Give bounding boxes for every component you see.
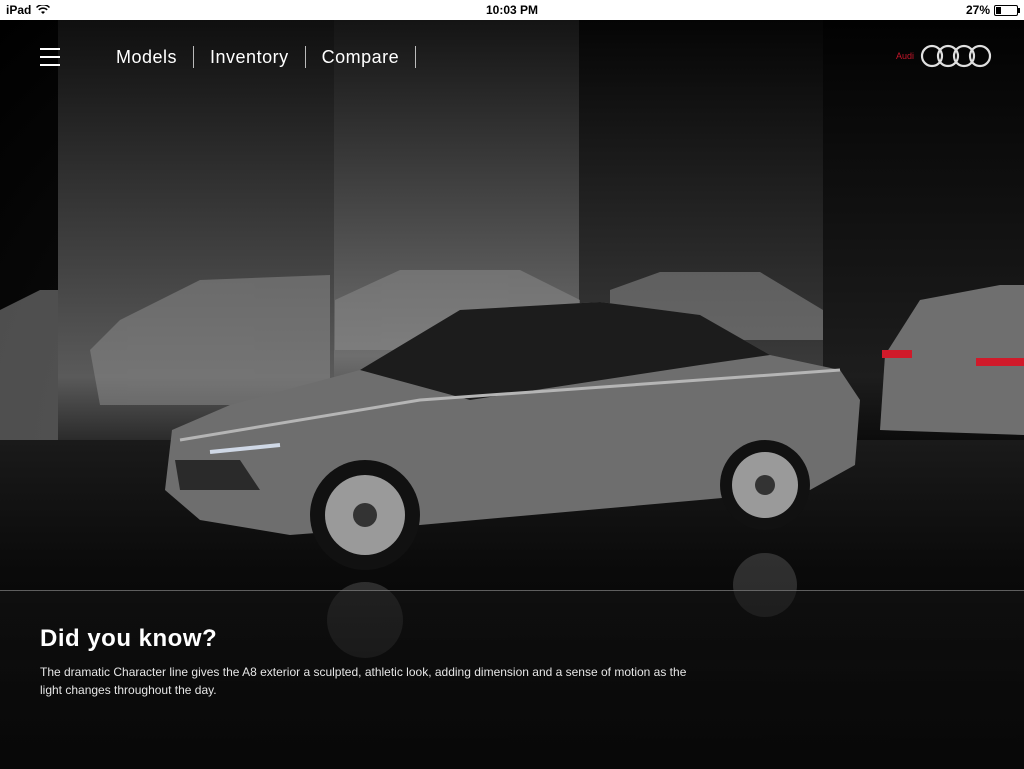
menu-bar: [40, 64, 60, 66]
nav-links: Models Inventory Compare: [100, 46, 417, 68]
battery-fill: [996, 6, 1002, 14]
nav-item-models[interactable]: Models: [100, 46, 195, 68]
status-bar: iPad 10:03 PM 27%: [0, 0, 1024, 20]
status-time: 10:03 PM: [485, 3, 539, 17]
did-you-know-panel: Did you know? The dramatic Character lin…: [0, 590, 1024, 769]
panel-body-text: The dramatic Character line gives the A8…: [40, 665, 687, 697]
hamburger-menu-icon[interactable]: [40, 48, 60, 66]
audi-logo[interactable]: Audi: [896, 44, 994, 68]
menu-bar: [40, 56, 60, 58]
brand-wordmark: Audi: [895, 51, 914, 61]
battery-percent: 27%: [965, 3, 990, 17]
audi-rings-icon: [920, 44, 992, 68]
panel-heading: Did you know?: [40, 625, 218, 652]
battery-icon: [994, 4, 1020, 16]
nav-item-compare[interactable]: Compare: [306, 46, 417, 68]
menu-bar: [40, 48, 60, 50]
nav-item-inventory[interactable]: Inventory: [194, 46, 306, 68]
top-navigation: Models Inventory Compare Audi: [0, 20, 1024, 94]
